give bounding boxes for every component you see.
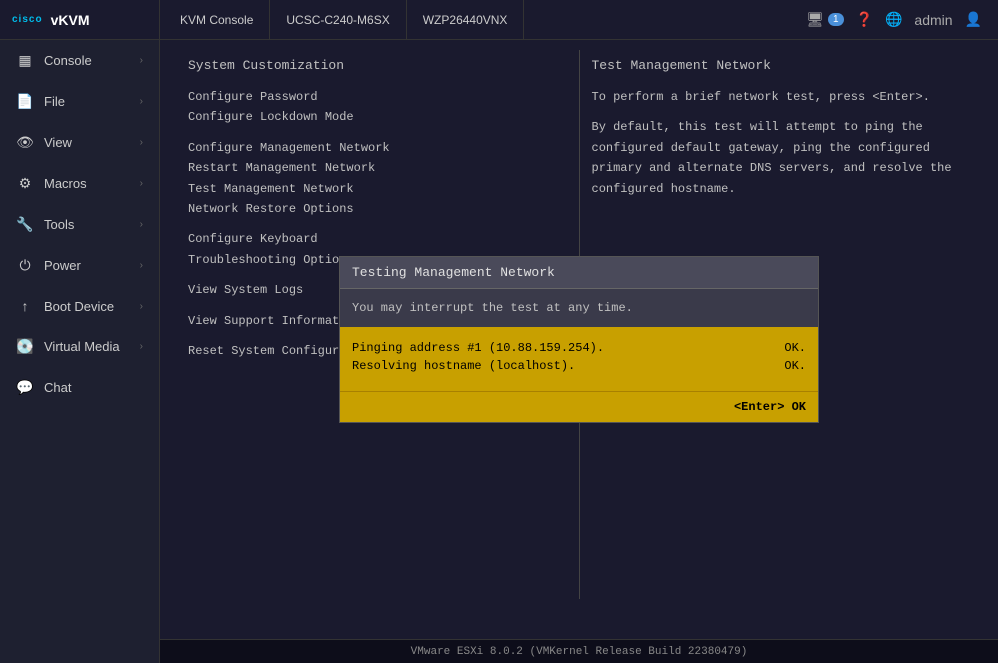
sidebar-item-file[interactable]: 📄 File › [0,81,159,122]
modal-results: Pinging address #1 (10.88.159.254). OK. … [340,327,818,391]
user-icon[interactable]: 👤 [965,11,982,28]
sidebar-item-macros[interactable]: ⚙ Macros › [0,163,159,204]
chevron-right-icon: › [140,55,143,66]
esxi-left-title: System Customization [188,58,567,73]
bottom-bar-text: VMware ESXi 8.0.2 (VMKernel Release Buil… [411,646,748,658]
brand-area: cisco vKVM [0,0,160,39]
tab-wzp[interactable]: WZP26440VNX [407,0,525,39]
help-icon[interactable]: ❓ [856,11,873,28]
ping-result-2: Resolving hostname (localhost). OK. [352,359,806,373]
sidebar-item-tools[interactable]: 🔧 Tools › [0,204,159,245]
sidebar-item-label-console: Console [44,53,92,68]
sidebar-item-console[interactable]: ▦ Console › [0,40,159,81]
esxi-right-desc-line2: By default, this test will attempt to pi… [592,117,971,199]
ping-result-1-status: OK. [784,341,806,355]
monitor-icon[interactable]: 🖥 1 [806,11,843,28]
sidebar-item-virtual-media[interactable]: 💽 Virtual Media › [0,326,159,367]
esxi-right-desc-line1: To perform a brief network test, press <… [592,87,971,107]
testing-network-modal: Testing Management Network You may inter… [339,256,819,423]
sidebar: ▦ Console › 📄 File › 👁 View › ⚙ Macros ›… [0,40,160,663]
ping-result-1-label: Pinging address #1 (10.88.159.254). [352,341,604,355]
bottom-bar: VMware ESXi 8.0.2 (VMKernel Release Buil… [160,639,998,663]
modal-subtitle: You may interrupt the test at any time. [340,289,818,327]
tab-ucsc[interactable]: UCSC-C240-M6SX [270,0,406,39]
esxi-menu-test-mgmt[interactable]: Test Management Network [188,179,567,199]
sidebar-item-power[interactable]: ⏻ Power › [0,245,159,286]
esxi-right-title: Test Management Network [592,58,971,73]
chat-icon: 💬 [16,379,34,396]
globe-icon[interactable]: 🌐 [885,11,902,28]
chevron-right-icon: › [140,301,143,312]
sidebar-item-label-virtual-media: Virtual Media [44,339,120,354]
topbar-icons: 🖥 1 ❓ 🌐 admin 👤 [790,11,998,28]
topbar: cisco vKVM KVM Console UCSC-C240-M6SX WZ… [0,0,998,40]
sidebar-item-label-boot-device: Boot Device [44,299,114,314]
macros-icon: ⚙ [16,175,34,192]
chevron-right-icon: › [140,137,143,148]
ping-result-2-label: Resolving hostname (localhost). [352,359,575,373]
sidebar-item-label-file: File [44,94,65,109]
ping-result-2-status: OK. [784,359,806,373]
esxi-menu-configure-mgmt[interactable]: Configure Management Network [188,138,567,158]
esxi-menu-configure-keyboard[interactable]: Configure Keyboard [188,229,567,249]
sidebar-item-label-chat: Chat [44,380,71,395]
esxi-menu-configure-lockdown[interactable]: Configure Lockdown Mode [188,107,567,127]
chevron-right-icon: › [140,96,143,107]
content-area: System Customization Configure Password … [160,40,998,663]
tab-kvm-console[interactable]: KVM Console [164,0,270,39]
chevron-right-icon: › [140,219,143,230]
esxi-menu-network-restore[interactable]: Network Restore Options [188,199,567,219]
boot-icon: ↑ [16,298,34,314]
chevron-right-icon: › [140,341,143,352]
ping-result-1: Pinging address #1 (10.88.159.254). OK. [352,341,806,355]
sidebar-item-boot-device[interactable]: ↑ Boot Device › [0,286,159,326]
modal-ok-button[interactable]: <Enter> OK [734,400,806,414]
chevron-right-icon: › [140,178,143,189]
modal-title: Testing Management Network [340,257,818,289]
file-icon: 📄 [16,93,34,110]
monitor-badge: 1 [828,13,844,26]
tools-icon: 🔧 [16,216,34,233]
sidebar-item-label-tools: Tools [44,217,74,232]
console-icon: ▦ [16,52,34,69]
sidebar-item-label-power: Power [44,258,81,273]
sidebar-item-label-macros: Macros [44,176,87,191]
esxi-menu-configure-password[interactable]: Configure Password [188,87,567,107]
kvm-terminal: System Customization Configure Password … [160,40,998,639]
chevron-right-icon: › [140,260,143,271]
topbar-tabs: KVM Console UCSC-C240-M6SX WZP26440VNX [160,0,790,39]
cisco-logo: cisco [12,14,43,25]
sidebar-item-view[interactable]: 👁 View › [0,122,159,163]
view-icon: 👁 [16,134,34,151]
power-icon: ⏻ [16,257,34,274]
kvm-screen: System Customization Configure Password … [160,40,998,639]
admin-label[interactable]: admin [914,12,952,28]
esxi-menu-restart-mgmt[interactable]: Restart Management Network [188,158,567,178]
sidebar-item-chat[interactable]: 💬 Chat [0,367,159,408]
modal-footer: <Enter> OK [340,391,818,422]
main-layout: ▦ Console › 📄 File › 👁 View › ⚙ Macros ›… [0,40,998,663]
virtual-media-icon: 💽 [16,338,34,355]
sidebar-item-label-view: View [44,135,72,150]
app-title: vKVM [51,12,90,28]
